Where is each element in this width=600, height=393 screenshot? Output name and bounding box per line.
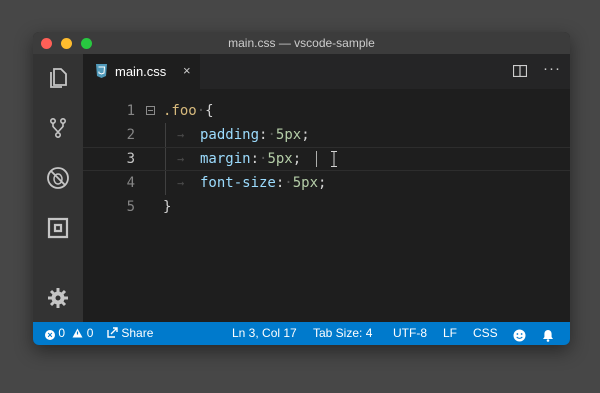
activity-bar [33,54,83,322]
error-icon: × [45,330,55,340]
code-line: 4 → font-size:·5px; [83,171,570,195]
tabs-bar: main.css × ··· [83,54,570,89]
notifications-bell-icon[interactable] [542,327,554,345]
line-number: 5 [126,199,135,215]
warning-count: 0 [86,326,94,340]
status-bar: × 0 0 Share Ln 3, Col 17 Tab Size: 4 UTF… [33,322,570,345]
share-button[interactable]: Share [107,322,153,345]
line-number: 4 [126,175,135,191]
line-number: 1 [126,103,135,119]
error-count: 0 [58,326,66,340]
code-line-current: 3 → margin:·5px; [83,147,570,171]
split-editor-icon[interactable] [513,65,527,77]
css-value: 5px [275,127,302,143]
css-property: padding [200,127,260,143]
open-brace: { [205,103,214,119]
close-icon[interactable]: × [183,63,191,78]
css-property: font-size [200,175,276,191]
window-title: main.css — vscode-sample [228,36,375,50]
no-bug-icon[interactable] [46,166,70,190]
tab-label: main.css [115,64,167,79]
language-mode[interactable]: CSS [473,322,498,345]
close-window-button[interactable] [41,38,52,49]
tab-main-css[interactable]: main.css × [83,54,200,89]
maximize-window-button[interactable] [81,38,92,49]
title-bar: main.css — vscode-sample [33,32,570,54]
files-icon[interactable] [46,66,70,90]
indent-guide [165,148,166,170]
line-number: 3 [126,151,135,167]
cursor-position[interactable]: Ln 3, Col 17 [232,322,297,345]
whitespace-arrow: → [177,152,185,166]
code-line: 5 } [83,195,570,219]
warning-icon [72,328,83,338]
ibeam-cursor-icon [331,151,337,167]
css3-icon [96,64,107,78]
feedback-smiley-icon[interactable] [513,327,526,345]
minimize-window-button[interactable] [61,38,72,49]
end-of-line[interactable]: LF [443,322,457,345]
css-selector: .foo [163,103,197,119]
code-line: 1 .foo·{ [83,99,570,123]
whitespace-arrow: → [177,176,185,190]
css-property: margin [200,151,251,167]
indent-guide [165,171,166,195]
gear-icon[interactable] [46,286,70,310]
fold-icon[interactable] [146,106,155,115]
indent-guide [165,123,166,147]
whitespace-arrow: → [177,128,185,142]
more-actions-icon[interactable]: ··· [543,60,561,77]
close-brace: } [163,199,172,215]
vscode-window: main.css — vscode-sample main.css × ··· … [33,32,570,345]
line-number: 2 [126,127,135,143]
css-value: 5px [292,175,319,191]
code-editor[interactable]: 1 .foo·{ 2 → padding:·5px; 3 → margin:·5… [83,89,570,322]
code-line: 2 → padding:·5px; [83,123,570,147]
share-icon [107,327,118,338]
tab-size[interactable]: Tab Size: 4 [313,322,372,345]
share-label: Share [121,326,154,340]
extensions-icon[interactable] [46,216,70,240]
text-cursor [316,151,317,167]
css-value: 5px [267,151,293,167]
problems-indicator[interactable]: × 0 0 [45,322,93,345]
git-branch-icon[interactable] [46,116,70,140]
encoding[interactable]: UTF-8 [393,322,427,345]
